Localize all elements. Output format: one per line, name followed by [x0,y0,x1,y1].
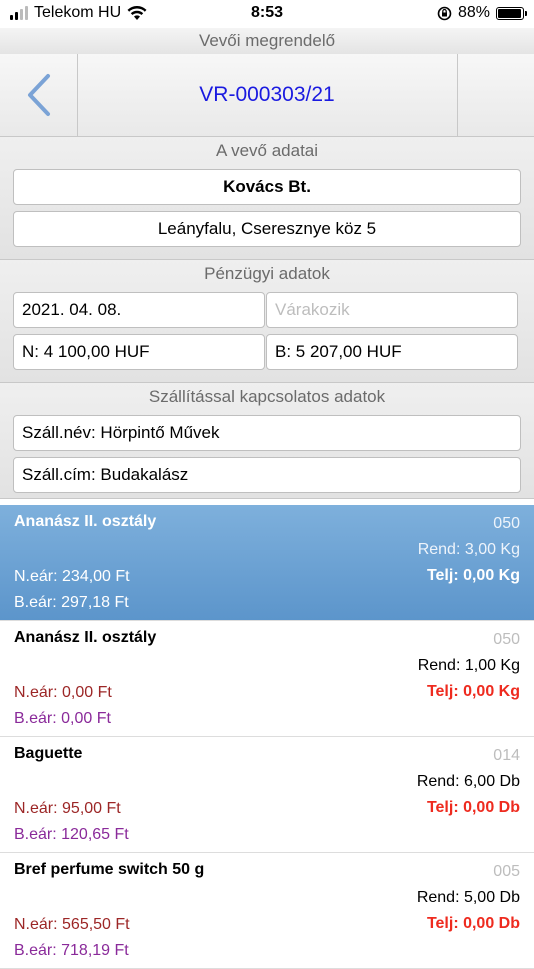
order-items-list: Ananász II. osztály 050 Rend: 3,00 Kg N.… [0,505,534,969]
item-net-price: N.eár: 565,50 Ft [14,916,130,933]
status-right: 88% [437,4,527,22]
item-fulfilled-qty: Telj: 0,00 Kg [426,567,520,584]
item-gross-price: B.eár: 120,65 Ft [14,826,129,843]
item-gross-price: B.eár: 718,19 Ft [14,942,129,959]
battery-percent: 88% [457,4,490,21]
item-name: Baguette [14,745,83,762]
battery-icon [496,6,527,20]
financial-section: Pénzügyi adatok 2021. 04. 08. Várakozik … [0,260,534,383]
gross-total-field[interactable]: B: 5 207,00 HUF [266,334,518,370]
item-fulfilled-qty: Telj: 0,00 Db [426,799,520,816]
chevron-left-icon [28,74,50,116]
item-net-price: N.eár: 95,00 Ft [14,800,121,817]
item-name: Bref perfume switch 50 g [14,861,205,878]
shipping-address-field[interactable]: Száll.cím: Budakalász [13,457,521,493]
back-button[interactable] [0,54,78,136]
order-number: VR-000303/21 [199,83,335,106]
customer-section: A vevő adatai Kovács Bt. Leányfalu, Cser… [0,137,534,260]
customer-name-field[interactable]: Kovács Bt. [13,169,521,205]
financial-section-title: Pénzügyi adatok [204,264,330,283]
date-field[interactable]: 2021. 04. 08. [13,292,265,328]
net-total-field[interactable]: N: 4 100,00 HUF [13,334,265,370]
item-gross-price: B.eár: 0,00 Ft [14,710,111,727]
item-fulfilled-qty: Telj: 0,00 Kg [426,683,520,700]
order-header: Vevői megrendelő VR-000303/21 A vevő ada… [0,28,534,499]
item-gross-price: B.eár: 297,18 Ft [14,594,129,611]
item-code: 050 [493,515,520,532]
item-net-price: N.eár: 234,00 Ft [14,568,130,585]
item-ordered-qty: Rend: 1,00 Kg [417,657,520,674]
shipping-section: Szállítással kapcsolatos adatok Száll.né… [0,383,534,499]
item-ordered-qty: Rend: 3,00 Kg [417,541,520,558]
status-field[interactable]: Várakozik [266,292,518,328]
status-bar: Telekom HU 8:53 88% [0,0,534,28]
item-code: 050 [493,631,520,648]
item-ordered-qty: Rend: 6,00 Db [416,773,520,790]
item-net-price: N.eár: 0,00 Ft [14,684,112,701]
orientation-lock-icon [437,6,452,20]
item-code: 014 [493,747,520,764]
customer-address-field[interactable]: Leányfalu, Cseresznye köz 5 [13,211,521,247]
shipping-section-title: Szállítással kapcsolatos adatok [148,387,386,406]
item-ordered-qty: Rend: 5,00 Db [416,889,520,906]
customer-section-title: A vevő adatai [215,141,319,160]
item-name: Ananász II. osztály [14,513,157,530]
list-item[interactable]: Bref perfume switch 50 g 005 Rend: 5,00 … [0,853,534,969]
item-code: 005 [493,863,520,880]
list-item[interactable]: Ananász II. osztály 050 Rend: 3,00 Kg N.… [0,505,534,621]
action-button[interactable] [457,54,534,136]
navigation-bar: VR-000303/21 [0,54,534,137]
shipping-name-field[interactable]: Száll.név: Hörpintő Művek [13,415,521,451]
list-item[interactable]: Ananász II. osztály 050 Rend: 1,00 Kg N.… [0,621,534,737]
list-item[interactable]: Baguette 014 Rend: 6,00 Db N.eár: 95,00 … [0,737,534,853]
screen-title: Vevői megrendelő [0,28,534,55]
item-fulfilled-qty: Telj: 0,00 Db [426,915,520,932]
item-name: Ananász II. osztály [14,629,157,646]
